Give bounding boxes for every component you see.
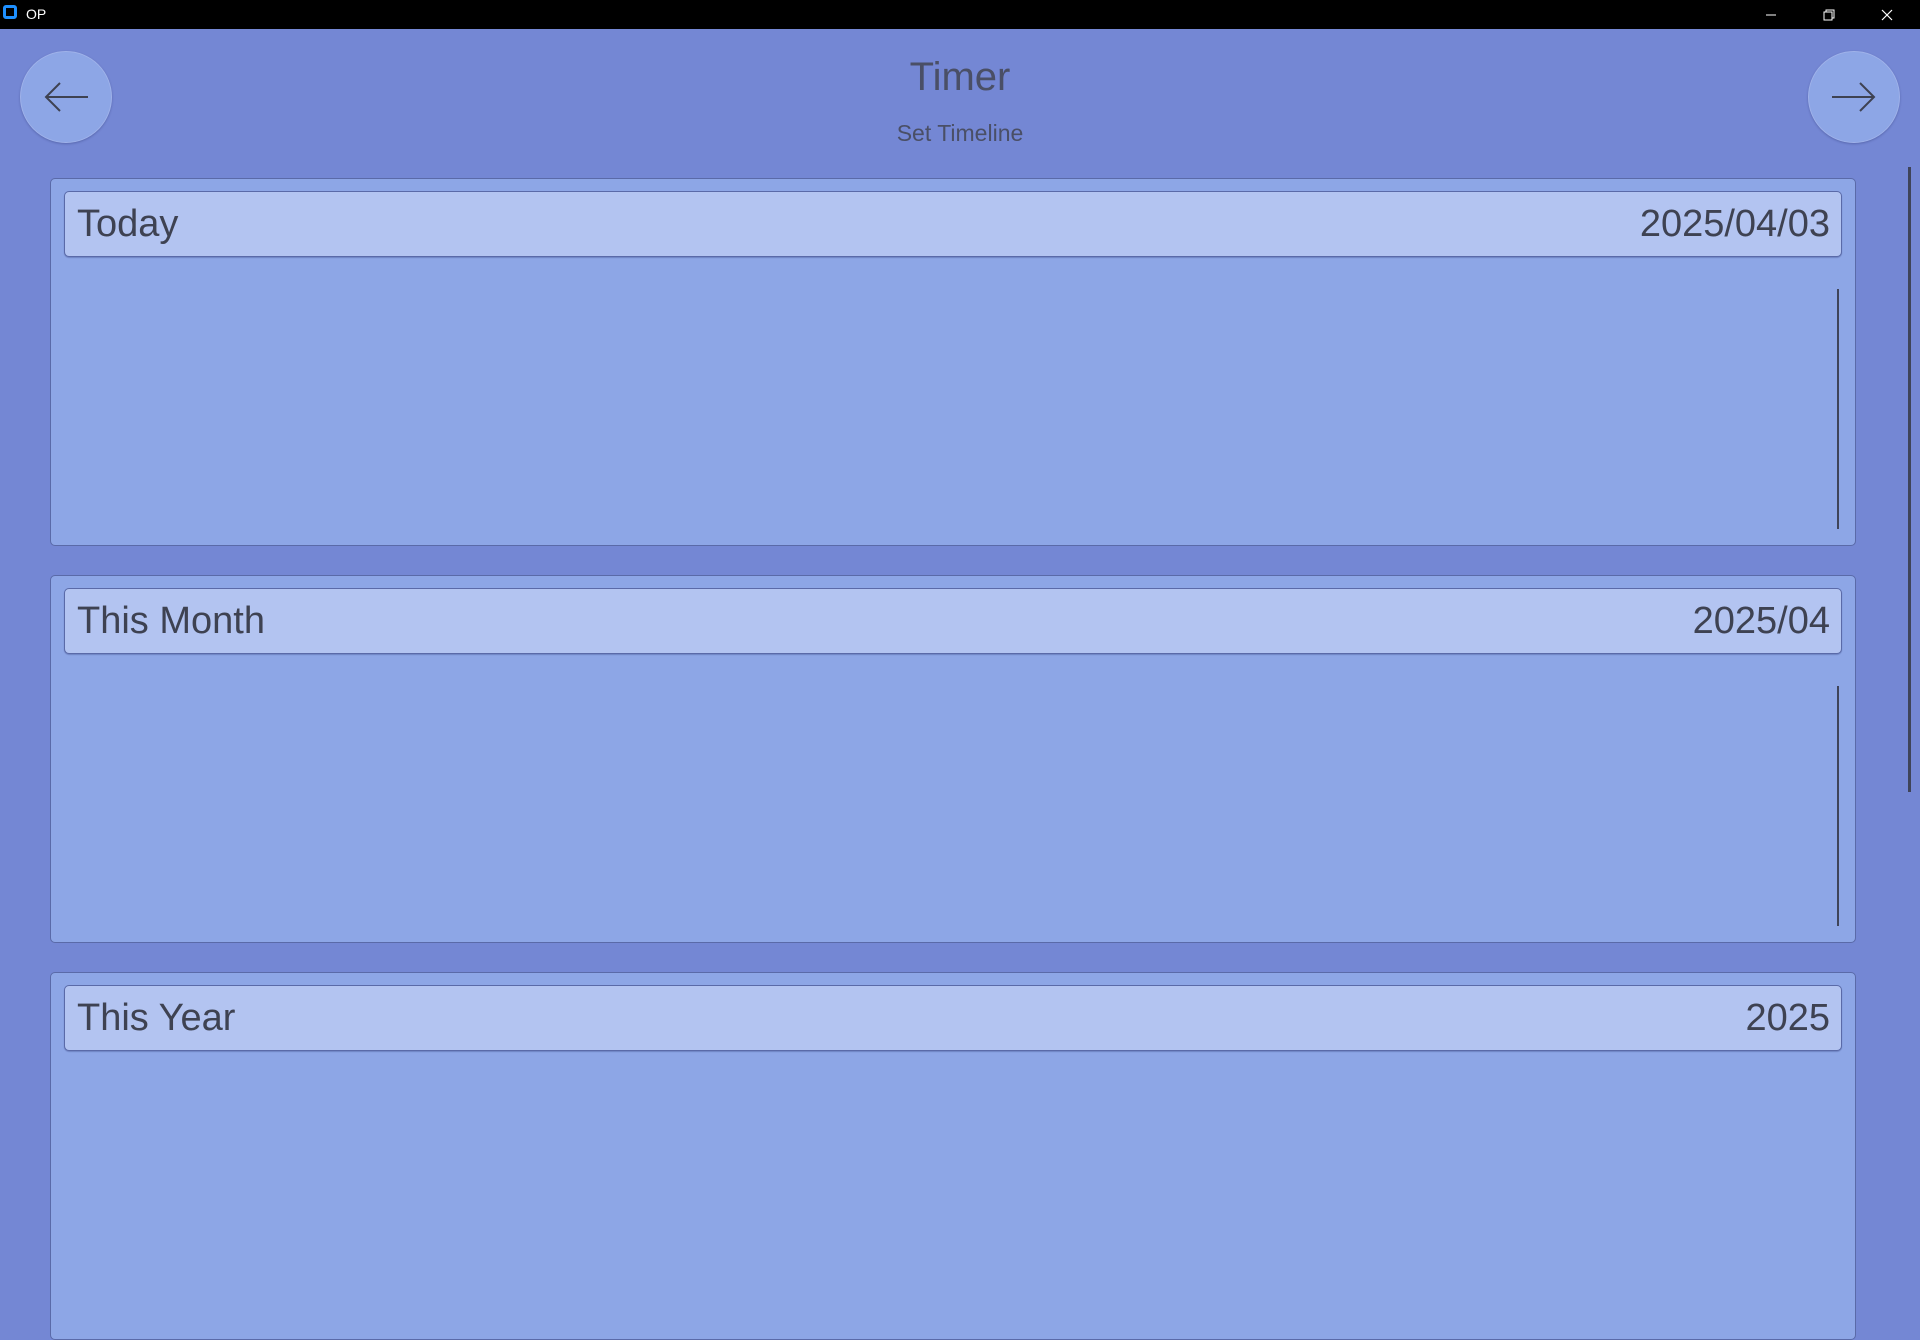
- card-label: This Year: [77, 997, 236, 1039]
- forward-button[interactable]: [1808, 51, 1900, 143]
- arrow-right-icon: [1832, 82, 1876, 112]
- card-header[interactable]: Today 2025/04/03: [64, 191, 1842, 257]
- card-header[interactable]: This Month 2025/04: [64, 588, 1842, 654]
- close-button[interactable]: [1858, 0, 1916, 29]
- card-label: Today: [77, 203, 179, 245]
- card-date: 2025/04/03: [1639, 203, 1830, 245]
- restore-button[interactable]: [1800, 0, 1858, 29]
- minimize-icon: [1766, 14, 1776, 15]
- minimize-button[interactable]: [1742, 0, 1800, 29]
- close-icon: [1881, 9, 1893, 20]
- restore-icon: [1823, 9, 1835, 20]
- card-this-month: This Month 2025/04: [50, 575, 1856, 943]
- page-subtitle: Set Timeline: [896, 120, 1024, 146]
- window-titlebar: OP: [0, 0, 1920, 29]
- card-header[interactable]: This Year 2025: [64, 985, 1842, 1051]
- app-icon: [3, 5, 17, 19]
- card-this-year: This Year 2025: [50, 972, 1856, 1340]
- timer-page: Timer Set Timeline Today 2025/04/03 This…: [0, 29, 1920, 1340]
- page-title: Timer: [909, 55, 1011, 99]
- card-label: This Month: [77, 600, 265, 642]
- card-date: 2025/04: [1692, 600, 1830, 642]
- window-title: OP: [26, 6, 47, 22]
- page-scrollbar[interactable]: [1908, 167, 1911, 792]
- card-today: Today 2025/04/03: [50, 178, 1856, 546]
- card-scrollbar[interactable]: [1837, 686, 1839, 926]
- card-scrollbar[interactable]: [1837, 289, 1839, 529]
- card-date: 2025: [1745, 997, 1830, 1039]
